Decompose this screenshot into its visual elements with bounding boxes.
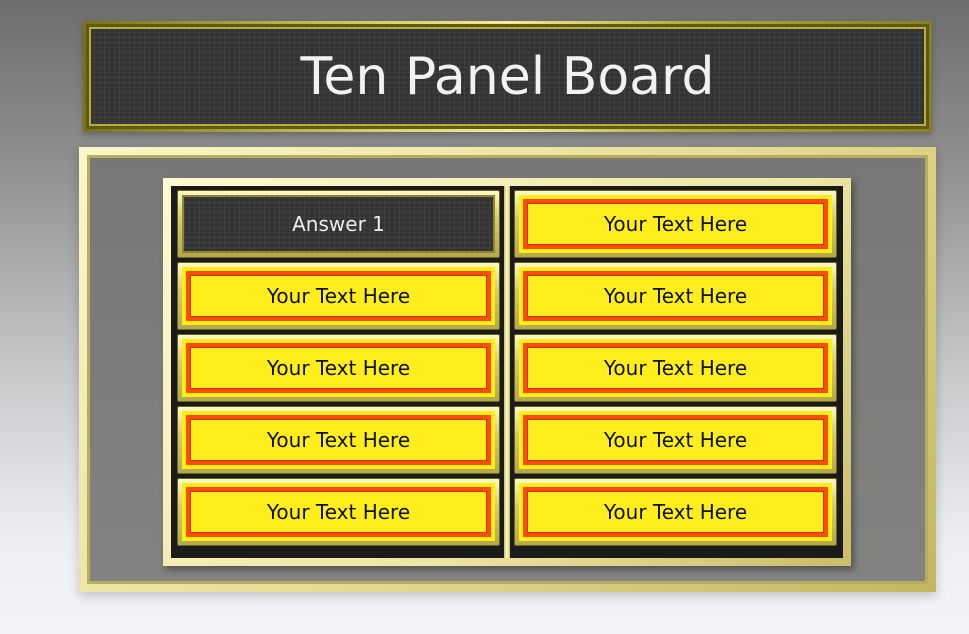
answer-tile-7[interactable]: Your Text Here bbox=[514, 262, 837, 330]
tile-label: Your Text Here bbox=[266, 500, 411, 524]
answer-tile-4[interactable]: Your Text Here bbox=[177, 406, 500, 474]
tile-label: Your Text Here bbox=[603, 356, 748, 380]
answer-grid: Answer 1 Your Text Here Your Text Here Y… bbox=[171, 186, 843, 558]
tile-label: Your Text Here bbox=[266, 284, 411, 308]
title-panel: Ten Panel Board bbox=[86, 24, 929, 129]
tile-label: Answer 1 bbox=[292, 212, 385, 236]
answer-tile-3[interactable]: Your Text Here bbox=[177, 334, 500, 402]
tile-label: Your Text Here bbox=[603, 284, 748, 308]
right-column: Your Text Here Your Text Here Your Text … bbox=[514, 190, 837, 554]
page-title: Ten Panel Board bbox=[300, 46, 715, 107]
answer-tile-10[interactable]: Your Text Here bbox=[514, 478, 837, 546]
column-divider bbox=[504, 186, 510, 558]
answer-board: Answer 1 Your Text Here Your Text Here Y… bbox=[163, 178, 851, 566]
revealed-face: Answer 1 bbox=[182, 195, 495, 253]
left-column: Answer 1 Your Text Here Your Text Here Y… bbox=[177, 190, 500, 554]
tile-label: Your Text Here bbox=[266, 428, 411, 452]
answer-tile-5[interactable]: Your Text Here bbox=[177, 478, 500, 546]
tile-label: Your Text Here bbox=[603, 428, 748, 452]
answer-tile-1[interactable]: Answer 1 bbox=[177, 190, 500, 258]
answer-tile-2[interactable]: Your Text Here bbox=[177, 262, 500, 330]
title-banner: Ten Panel Board bbox=[83, 21, 932, 132]
tile-label: Your Text Here bbox=[603, 500, 748, 524]
answer-tile-6[interactable]: Your Text Here bbox=[514, 190, 837, 258]
answer-tile-8[interactable]: Your Text Here bbox=[514, 334, 837, 402]
tile-label: Your Text Here bbox=[266, 356, 411, 380]
answer-tile-9[interactable]: Your Text Here bbox=[514, 406, 837, 474]
tile-label: Your Text Here bbox=[603, 212, 748, 236]
